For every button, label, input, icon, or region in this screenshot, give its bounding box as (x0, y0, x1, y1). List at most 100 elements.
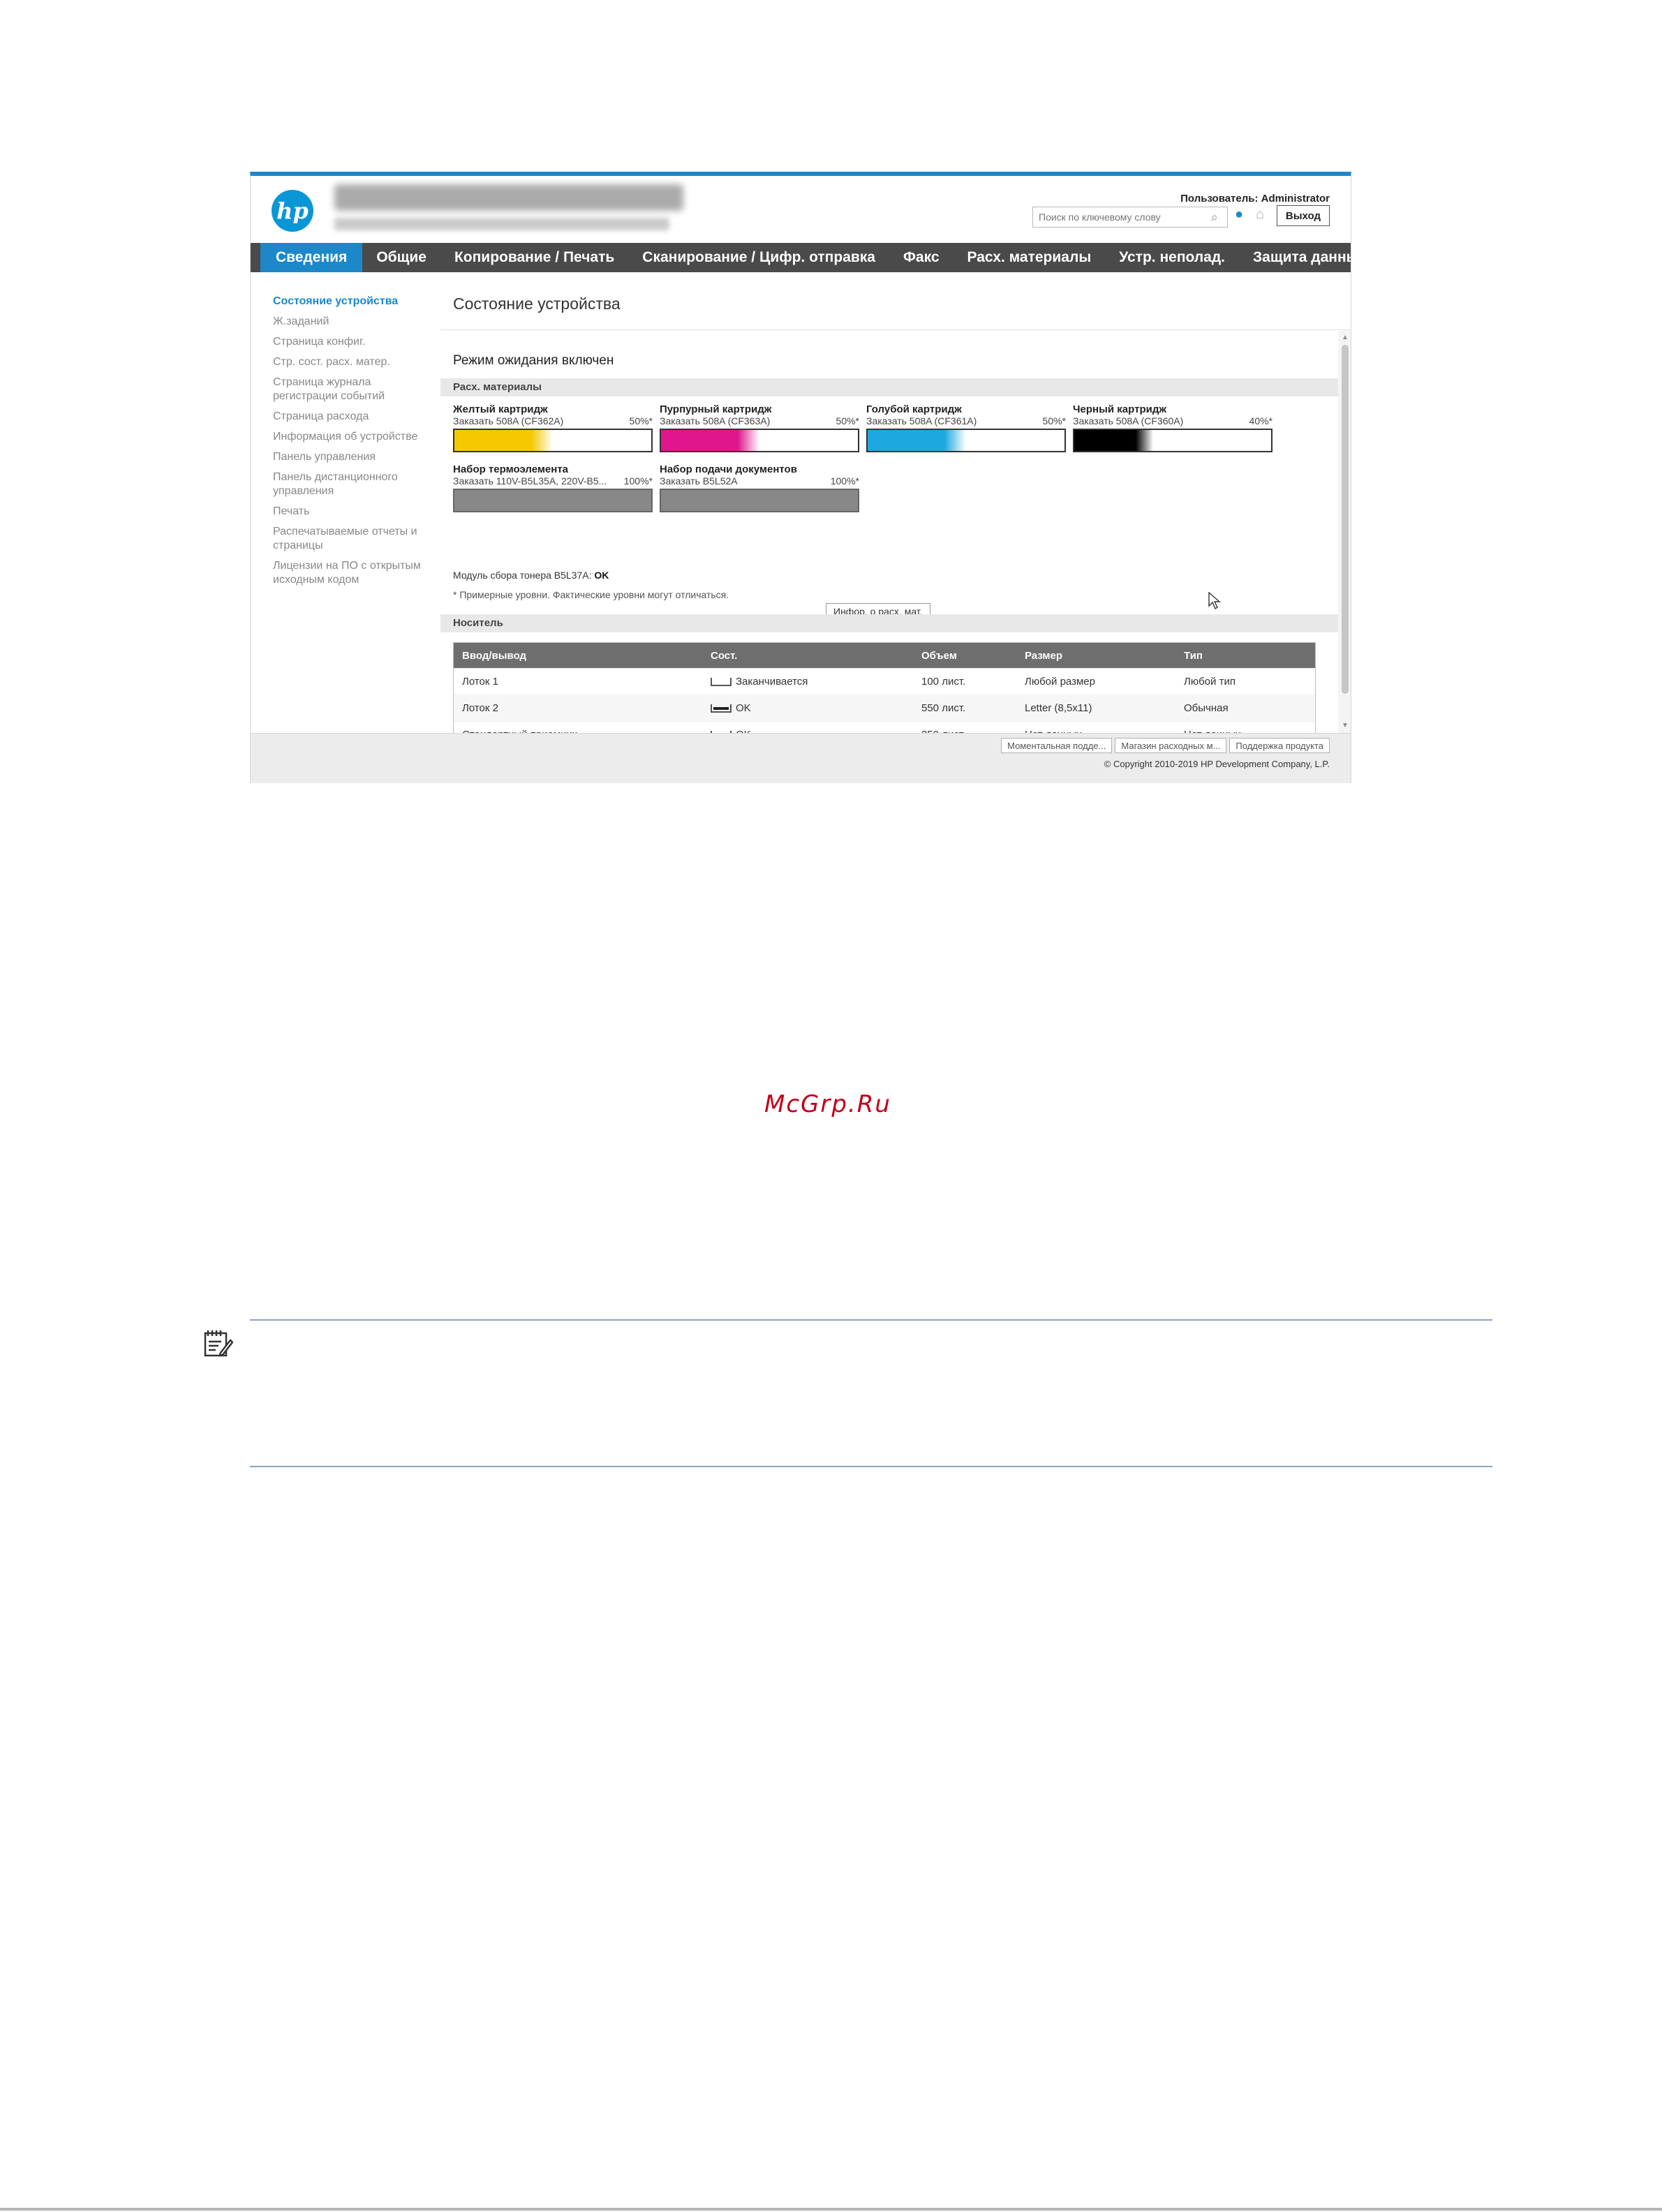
cell-state: OK (702, 702, 913, 714)
toner-collection-status: Модуль сбора тонера B5L37A: OK (453, 570, 609, 581)
device-name-blurred (334, 184, 683, 211)
supply-magenta-cartridge[interactable]: Пурпурный картридж Заказать 508A (CF363A… (660, 403, 859, 452)
table-row: Лоток 1 Заканчивается 100 лист. Любой ра… (454, 668, 1315, 695)
scroll-thumb[interactable] (1342, 345, 1349, 694)
sidebar: Состояние устройства Ж.заданий Страница … (251, 272, 440, 733)
sidebar-item-print[interactable]: Печать (273, 505, 433, 519)
supply-level-bar (660, 489, 859, 512)
sidebar-item-device-status[interactable]: Состояние устройства (273, 295, 433, 309)
cell-size: Letter (8,5x11) (1025, 702, 1092, 714)
state-text: Заканчивается (736, 676, 808, 688)
sidebar-item-config-page[interactable]: Страница конфиг. (273, 335, 433, 349)
watermark: McGrp.Ru (764, 1090, 891, 1118)
main-nav: Сведения Общие Копирование / Печать Скан… (251, 243, 1351, 272)
supply-name: Черный картридж (1073, 403, 1167, 415)
column-io: Ввод/вывод (462, 649, 527, 662)
tab-supplies[interactable]: Расх. материалы (954, 243, 1106, 272)
note-icon (204, 1330, 233, 1357)
supplies-store-button[interactable]: Магазин расходных м... (1115, 738, 1227, 753)
state-text: OK (736, 702, 751, 714)
supply-level: 100%* (623, 475, 653, 487)
cell-size: Любой размер (1025, 676, 1095, 688)
supply-order: Заказать 508A (CF360A) (1073, 415, 1184, 426)
supply-level: 50%* (1042, 415, 1066, 426)
tab-troubleshooting[interactable]: Устр. неполад. (1105, 243, 1239, 272)
supply-level-bar (660, 429, 859, 452)
supply-name: Голубой картридж (866, 403, 962, 415)
product-support-button[interactable]: Поддержка продукта (1229, 738, 1330, 753)
sidebar-item-open-source-licenses[interactable]: Лицензии на ПО с открытым исходным кодом (273, 559, 433, 587)
media-table-header: Ввод/вывод Сост. Объем Размер Тип (454, 643, 1315, 668)
supply-fuser-kit[interactable]: Набор термоэлемента Заказать 110V-B5L35A… (453, 463, 653, 512)
supply-name: Желтый картридж (453, 403, 548, 415)
supply-level-fill (1074, 430, 1153, 451)
tab-security[interactable]: Защита данных (1239, 243, 1351, 272)
tab-scan-send[interactable]: Сканирование / Цифр. отправка (628, 243, 889, 272)
supply-level-bar (1073, 429, 1273, 452)
supply-level-fill (454, 490, 651, 511)
main-content: Режим ожидания включен Расх. материалы Ж… (440, 331, 1338, 748)
copyright-text: © Copyright 2010-2019 HP Development Com… (1104, 759, 1330, 769)
scroll-up-icon[interactable]: ▲ (1338, 332, 1351, 343)
supply-level: 40%* (1249, 415, 1273, 426)
supply-document-feeder-kit[interactable]: Набор подачи документов Заказать B5L52A 1… (660, 463, 859, 512)
tab-general[interactable]: Общие (362, 243, 440, 272)
search-box[interactable]: ⌕ (1032, 207, 1228, 228)
sidebar-item-device-info[interactable]: Информация об устройстве (273, 430, 433, 444)
sidebar-item-remote-panel[interactable]: Панель дистанционного управления (273, 470, 433, 498)
sidebar-item-usage-page[interactable]: Страница расхода (273, 410, 433, 424)
sidebar-item-supplies-status[interactable]: Стр. сост. расх. матер. (273, 355, 433, 369)
user-label: Пользователь: Administrator (1180, 193, 1330, 205)
page-title: Состояние устройства (453, 295, 621, 313)
tab-fax[interactable]: Факс (889, 243, 954, 272)
supply-level: 50%* (629, 415, 653, 426)
supply-order: Заказать 508A (CF363A) (660, 415, 771, 426)
cell-io: Лоток 2 (462, 702, 498, 714)
sidebar-item-control-panel[interactable]: Панель управления (273, 450, 433, 464)
supply-level-bar (453, 489, 653, 512)
cell-io: Лоток 1 (462, 676, 498, 688)
supply-name: Набор термоэлемента (453, 463, 569, 475)
toner-module-value: OK (594, 570, 609, 581)
tab-copy-print[interactable]: Копирование / Печать (440, 243, 628, 272)
supply-level-fill (454, 430, 553, 451)
mouse-cursor-icon (1208, 592, 1221, 610)
home-icon[interactable]: ⌂ (1256, 207, 1271, 222)
supply-level: 100%* (830, 475, 859, 487)
content-scrollbar[interactable]: ▲ ▼ (1338, 331, 1351, 733)
footer: Моментальная подде... Магазин расходных … (251, 733, 1351, 783)
supply-level-bar (453, 429, 653, 452)
device-status-text: Режим ожидания включен (453, 353, 614, 368)
supply-order: Заказать 508A (CF361A) (866, 415, 977, 426)
search-icon[interactable]: ⌕ (1208, 209, 1222, 225)
sidebar-item-job-log[interactable]: Ж.заданий (273, 315, 433, 329)
column-type: Тип (1184, 649, 1203, 662)
cell-type: Обычная (1184, 702, 1229, 714)
supply-cyan-cartridge[interactable]: Голубой картридж Заказать 508A (CF361A) 5… (866, 403, 1066, 452)
tray-icon (711, 704, 732, 713)
help-icon[interactable]: ● (1235, 207, 1250, 222)
scroll-down-icon[interactable]: ▼ (1338, 720, 1351, 732)
levels-note: * Примерные уровни. Фактические уровни м… (453, 589, 729, 600)
supply-yellow-cartridge[interactable]: Желтый картридж Заказать 508A (CF362A) 50… (453, 403, 653, 452)
search-input[interactable] (1039, 211, 1208, 223)
column-size: Размер (1025, 649, 1063, 662)
sidebar-item-printable-reports[interactable]: Распечатываемые отчеты и страницы (273, 525, 433, 553)
sidebar-item-event-log[interactable]: Страница журнала регистрации событий (273, 376, 433, 403)
table-row: Лоток 2 OK 550 лист. Letter (8,5x11) Обы… (454, 695, 1315, 721)
instant-support-button[interactable]: Моментальная подде... (1001, 738, 1113, 753)
tab-info[interactable]: Сведения (260, 243, 363, 272)
supply-level-fill (661, 490, 858, 511)
page-bottom-rule (0, 2208, 1662, 2211)
toner-module-label: Модуль сбора тонера B5L37A: (453, 570, 592, 581)
cell-type: Любой тип (1184, 676, 1236, 688)
title-divider (440, 329, 1351, 330)
supply-level-fill (661, 430, 759, 451)
column-state: Сост. (711, 649, 738, 662)
supply-black-cartridge[interactable]: Черный картридж Заказать 508A (CF360A) 40… (1073, 403, 1273, 452)
header: hp Пользователь: Administrator ⌕ ● ⌂ Вых… (251, 176, 1351, 243)
supplies-section-header: Расх. материалы (440, 378, 1338, 396)
hp-logo[interactable]: hp (272, 190, 313, 232)
supply-order: Заказать B5L52A (660, 475, 738, 487)
logout-button[interactable]: Выход (1276, 205, 1330, 226)
